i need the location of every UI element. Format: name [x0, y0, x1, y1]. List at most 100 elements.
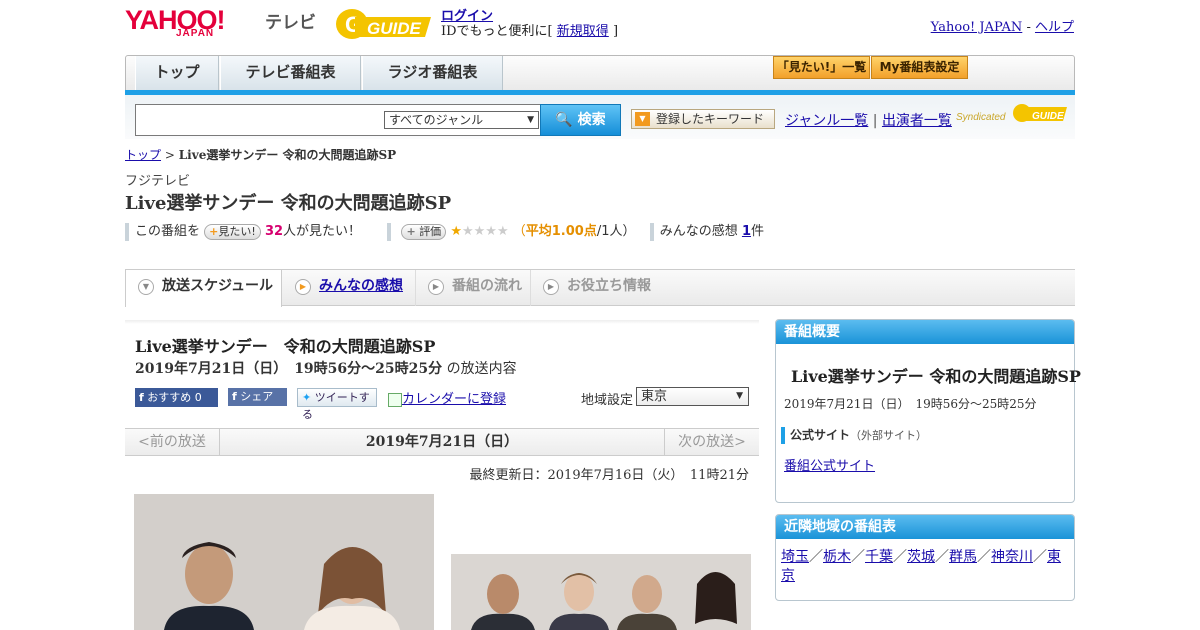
tab-reviews-label: みんなの感想	[319, 278, 403, 294]
official-site-note: （外部サイト）	[850, 429, 928, 442]
signup-link[interactable]: 新規取得	[557, 24, 609, 39]
header-links: Yahoo! JAPAN - ヘルプ	[931, 16, 1074, 35]
divider	[649, 222, 654, 241]
chevron-down-icon: ▼	[527, 115, 534, 125]
nearby-region-link[interactable]: 栃木	[823, 549, 851, 565]
breadcrumb-top-link[interactable]: トップ	[125, 148, 161, 162]
reviews-suffix: 件	[750, 224, 764, 239]
reviews-count-link[interactable]: 1	[742, 224, 751, 239]
region-separator: ／	[809, 549, 823, 565]
id-promo-text: IDでもっと便利に[	[441, 24, 553, 39]
tweet-button[interactable]: ✦ ツイートする	[297, 388, 377, 421]
id-promo-close: ]	[612, 24, 619, 39]
broadcast-datetime: 2019年7月21日（日） 19時56分～25時25分	[135, 361, 443, 377]
yahoo-japan-wordmark: JAPAN	[176, 28, 215, 39]
official-site-heading: 公式サイト（外部サイト）	[781, 427, 927, 444]
chevron-down-icon: ▼	[736, 391, 743, 401]
region-separator: ／	[1033, 549, 1047, 565]
g-guide-small-logo: GUIDE	[1013, 104, 1067, 122]
breadcrumb-sep: >	[164, 148, 175, 162]
mitai-list-button[interactable]: 「見たい!」一覧	[773, 56, 870, 79]
help-link[interactable]: ヘルプ	[1035, 20, 1074, 35]
plus-icon: +	[406, 224, 416, 238]
mitai-count: 32	[264, 224, 284, 239]
prev-broadcast-link[interactable]: <前の放送	[125, 429, 220, 455]
rating-stars: ★★★★★	[450, 224, 508, 239]
region-separator: ／	[893, 549, 907, 565]
nearby-region-link[interactable]: 神奈川	[991, 549, 1033, 565]
broadcast-title: Live選挙サンデー 令和の大問題追跡SP	[135, 337, 436, 356]
calendar-register-link[interactable]: カレンダーに登録	[402, 392, 506, 407]
registered-keyword-button[interactable]: ▼ 登録したキーワード	[631, 109, 775, 129]
current-broadcast-date: 2019年7月21日（日）	[365, 434, 519, 450]
tab-useful-info[interactable]: ▶ お役立ち情報	[531, 270, 671, 306]
broadcast-time: 2019年7月21日（日） 19時56分～25時25分 の放送内容	[135, 358, 517, 378]
nearby-region-link[interactable]: 埼玉	[781, 549, 809, 565]
yahoo-japan-link[interactable]: Yahoo! JAPAN	[931, 20, 1023, 35]
nearby-region-link[interactable]: 千葉	[865, 549, 893, 565]
nearby-region-link[interactable]: 群馬	[949, 549, 977, 565]
station-name: フジテレビ	[125, 174, 191, 189]
mitai-button[interactable]: +見たい!	[204, 223, 261, 240]
breadcrumb-current: Live選挙サンデー 令和の大問題追跡SP	[178, 148, 397, 162]
registered-keyword-label: 登録したキーワード	[656, 112, 765, 126]
star-filled-icon: ★	[450, 224, 462, 239]
twitter-icon: ✦	[302, 391, 312, 404]
link-sep: |	[872, 113, 878, 129]
nav-tab-radio-schedule[interactable]: ラジオ番組表	[362, 56, 503, 90]
divider	[125, 222, 129, 241]
tab-program-flow-label: 番組の流れ	[452, 278, 522, 294]
tab-broadcast-schedule-label: 放送スケジュール	[162, 278, 274, 294]
next-broadcast-link[interactable]: 次の放送>	[664, 429, 759, 455]
facebook-like-button[interactable]: f おすすめ 0	[135, 388, 218, 407]
breadcrumb: トップ > Live選挙サンデー 令和の大問題追跡SP	[125, 146, 396, 163]
star-empty-icon: ★	[473, 224, 486, 239]
nearby-region-link[interactable]: 茨城	[907, 549, 935, 565]
nav-tab-tv-schedule[interactable]: テレビ番組表	[220, 56, 361, 90]
tab-broadcast-schedule[interactable]: ▼ 放送スケジュール	[125, 270, 282, 307]
star-empty-icon: ★	[485, 224, 497, 239]
region-select-value: 東京	[641, 389, 668, 404]
tweet-label: ツイートする	[302, 391, 370, 421]
header-sep: -	[1026, 20, 1031, 35]
nearby-regions-list: 埼玉／栃木／千葉／茨城／群馬／神奈川／東京	[781, 548, 1071, 586]
search-button[interactable]: 🔍 検索	[540, 104, 621, 136]
star-empty-icon: ★	[496, 224, 509, 239]
page-title: Live選挙サンデー 令和の大問題追跡SP	[125, 193, 452, 214]
official-site: 番組公式サイト	[784, 455, 875, 474]
tab-program-flow[interactable]: ▶ 番組の流れ	[416, 270, 531, 306]
tab-reviews[interactable]: ▶ みんなの感想	[283, 270, 416, 306]
search-icon: 🔍	[555, 112, 573, 128]
id-promo: IDでもっと便利に[ 新規取得 ]	[441, 20, 618, 39]
nav-tab-top[interactable]: トップ	[135, 56, 219, 90]
region-select[interactable]: 東京 ▼	[636, 387, 749, 406]
region-separator: ／	[851, 549, 865, 565]
program-stats: この番組を +見たい! 32人が見たい！ + 評価 ★★★★★ （平均1.00点…	[125, 220, 764, 241]
genre-select[interactable]: すべてのジャンル ▼	[384, 111, 539, 129]
region-separator: ／	[977, 549, 991, 565]
tv-logo-text: テレビ	[265, 13, 316, 33]
triangle-down-icon: ▼	[635, 112, 650, 126]
last-updated: 最終更新日：2019年7月16日（火） 11時21分	[469, 468, 749, 483]
g-guide-logo-text: GUIDE	[367, 19, 422, 38]
rating-open: （	[512, 224, 526, 239]
my-settings-button[interactable]: My番組表設定	[871, 56, 968, 79]
reviews-label: みんなの感想	[659, 224, 738, 239]
this-program-label: この番組を	[135, 224, 201, 239]
mitai-button-label: 見たい!	[218, 224, 256, 238]
rate-button-label: 評価	[419, 224, 442, 238]
broadcast-suffix: の放送内容	[446, 361, 517, 377]
facebook-icon: f	[139, 391, 144, 404]
plus-icon: +	[209, 224, 219, 238]
region-label: 地域設定	[581, 393, 634, 408]
genre-list-link[interactable]: ジャンル一覧	[785, 113, 868, 129]
performer-list-link[interactable]: 出演者一覧	[882, 113, 952, 129]
rate-button[interactable]: + 評価	[401, 223, 447, 240]
overview-header: 番組概要	[776, 320, 1074, 344]
divider	[387, 222, 392, 241]
genre-select-value: すべてのジャンル	[389, 113, 484, 127]
g-guide-logo[interactable]: G GUIDE	[335, 7, 433, 41]
facebook-share-button[interactable]: f シェア	[228, 388, 287, 406]
overview-time: 2019年7月21日（日） 19時56分～25時25分	[784, 397, 1037, 411]
official-site-link[interactable]: 番組公式サイト	[784, 459, 875, 474]
